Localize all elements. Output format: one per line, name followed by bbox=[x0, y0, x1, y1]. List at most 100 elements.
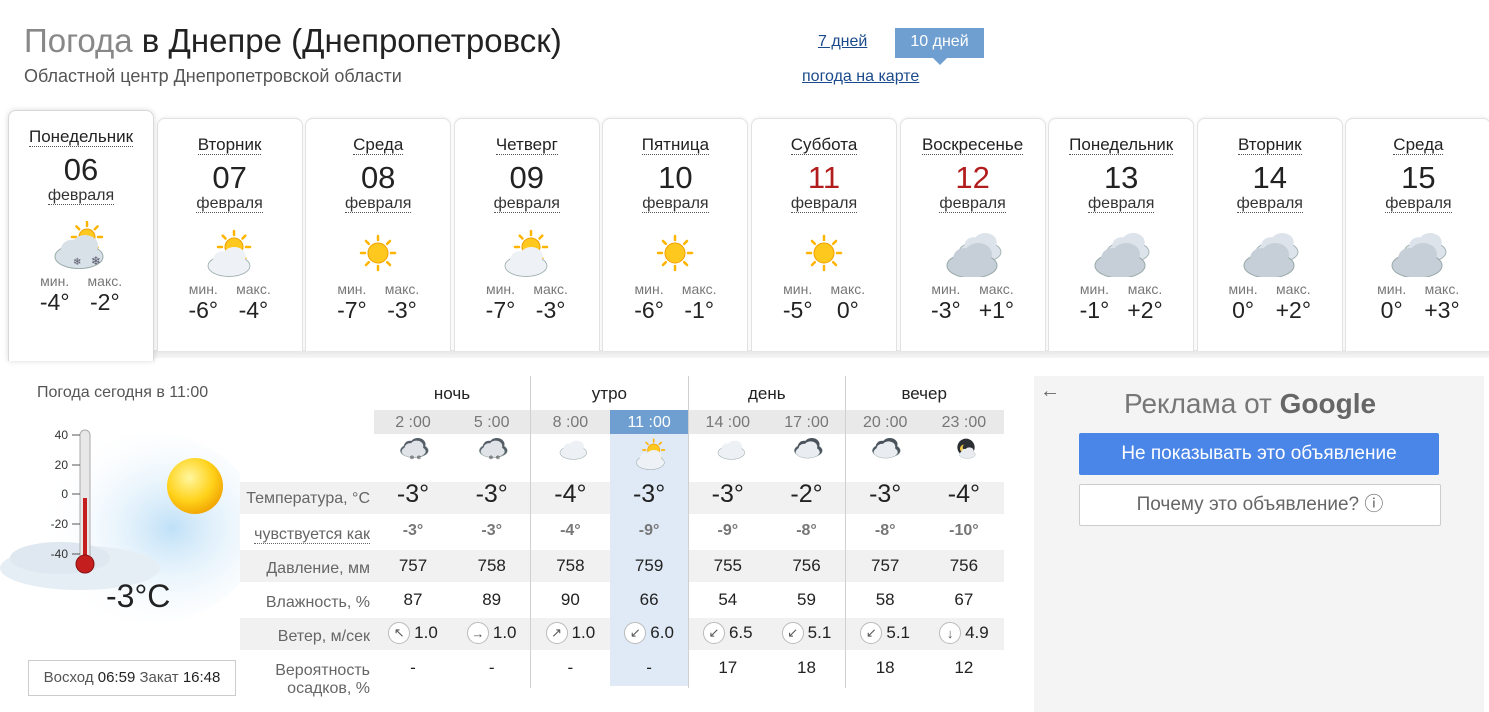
cloudy-icon bbox=[1243, 233, 1299, 279]
day-weather-icon bbox=[943, 229, 1003, 279]
day-tab[interactable]: Суббота 11 февраля мин. -5° макс. 0° bbox=[751, 118, 897, 351]
ad-panel: ← Реклама от Google Не показывать это об… bbox=[1034, 376, 1484, 712]
why-this-ad-button[interactable]: Почему это объявление? ⓘ bbox=[1079, 484, 1441, 526]
hour-feels-like: -9° bbox=[717, 522, 739, 539]
hide-ad-button[interactable]: Не показывать это объявление bbox=[1079, 433, 1439, 475]
max-temp: +2° bbox=[1275, 297, 1312, 323]
scale-label: 20 bbox=[55, 458, 69, 472]
ten-days-button[interactable]: 10 дней bbox=[895, 28, 984, 65]
day-tab[interactable]: Среда 15 февраля мин. 0° макс. +3° bbox=[1345, 118, 1489, 351]
hour-feels-like: -10° bbox=[949, 522, 979, 539]
min-temp: -7° bbox=[337, 297, 367, 323]
day-tab[interactable]: Понедельник 06 февраля ❄ ❄ мин. -4° макс.… bbox=[8, 110, 154, 361]
scale-label: 40 bbox=[55, 428, 69, 442]
day-month: февраля bbox=[642, 195, 709, 213]
hour-weather-icon bbox=[867, 438, 945, 472]
seven-days-link[interactable]: 7 дней bbox=[818, 33, 867, 51]
hour-weather-icon bbox=[789, 438, 867, 472]
sunset-time: 16:48 bbox=[182, 669, 221, 686]
partly-cloudy-snow-icon: ❄❄ bbox=[54, 220, 104, 270]
day-name: Понедельник bbox=[28, 127, 134, 147]
min-label: мин. bbox=[931, 281, 961, 297]
hour-wind: ↖ 1.0 bbox=[374, 622, 452, 644]
wind-direction-icon: ↓ bbox=[939, 622, 962, 644]
sun-icon bbox=[805, 234, 843, 272]
max-temp: -2° bbox=[90, 289, 120, 315]
min-label: мин. bbox=[1228, 281, 1258, 297]
sunset-label: Закат bbox=[139, 669, 179, 686]
day-number: 12 bbox=[955, 160, 990, 195]
hourly-forecast-table: Температура, °C чувствуется как Давление… bbox=[240, 376, 1006, 697]
hour-wind: ↓ 4.9 bbox=[925, 622, 1003, 644]
hour-label: 20 :00 bbox=[862, 414, 908, 431]
current-temperature: -3°C bbox=[106, 578, 171, 614]
hour-feels-like: -3° bbox=[402, 522, 424, 539]
svg-text:❄ ❄: ❄ ❄ bbox=[410, 454, 422, 461]
day-weather-icon bbox=[1240, 229, 1300, 279]
partly-cloudy-icon bbox=[207, 229, 251, 277]
day-number: 11 bbox=[807, 160, 841, 195]
day-tab[interactable]: Пятница 10 февраля мин. -6° макс. -1° bbox=[602, 118, 749, 351]
day-tab[interactable]: Понедельник 13 февраля мин. -1° макс. +2… bbox=[1048, 118, 1195, 351]
max-label: макс. bbox=[87, 273, 123, 289]
day-tab[interactable]: Вторник 14 февраля мин. 0° макс. +2° bbox=[1196, 118, 1343, 351]
day-tab[interactable]: Среда 08 февраля мин. -7° макс. -3° bbox=[305, 118, 452, 351]
max-label: макс. bbox=[533, 281, 568, 297]
hour-weather-icon: ❄ ❄ bbox=[395, 438, 473, 472]
hour-temp: -4° bbox=[947, 480, 980, 508]
back-arrow-icon[interactable]: ← bbox=[1040, 380, 1060, 403]
day-number: 10 bbox=[658, 160, 693, 195]
wind-direction-icon: ↗ bbox=[545, 622, 568, 644]
min-label: мин. bbox=[485, 281, 516, 297]
min-temp: -6° bbox=[634, 297, 664, 323]
scale-label: -40 bbox=[51, 547, 69, 561]
scale-label: -20 bbox=[51, 517, 69, 531]
day-tab[interactable]: Вторник 07 февраля мин. -6° макс. -4° bbox=[156, 118, 303, 351]
day-month: февраля bbox=[790, 195, 858, 213]
feels-like-label: чувствуется как bbox=[254, 526, 370, 544]
wind-direction-icon: → bbox=[466, 622, 489, 644]
min-label: мин. bbox=[1377, 281, 1407, 297]
hour-temp: -3° bbox=[632, 480, 666, 508]
day-number: 06 bbox=[63, 152, 99, 187]
hour-humidity: 59 bbox=[797, 590, 816, 609]
period-1: утро bbox=[591, 384, 627, 403]
wind-speed: 5.1 bbox=[886, 623, 910, 642]
day-tab[interactable]: Воскресенье 12 февраля мин. -3° макс. +1… bbox=[899, 118, 1046, 351]
max-label: макс. bbox=[1424, 281, 1460, 297]
max-label: макс. bbox=[979, 281, 1014, 297]
min-label: мин. bbox=[783, 281, 813, 297]
precip-label-line2: осадков, % bbox=[287, 680, 370, 697]
day-weather-icon bbox=[645, 229, 705, 277]
cloudy-icon bbox=[946, 233, 1002, 279]
hour-label: 17 :00 bbox=[784, 414, 829, 431]
moon-cloud-icon bbox=[957, 438, 976, 459]
hour-pressure: 758 bbox=[556, 556, 585, 575]
max-label: макс. bbox=[384, 281, 420, 297]
hour-label: 8 :00 bbox=[552, 414, 589, 431]
min-temp: -4° bbox=[39, 289, 70, 315]
min-temp: -5° bbox=[782, 297, 813, 323]
weather-map-link[interactable]: погода на карте bbox=[802, 68, 919, 86]
row-label-feels-like[interactable]: чувствуется как bbox=[254, 526, 370, 544]
wind-speed: 1.0 bbox=[414, 623, 438, 642]
day-name: Суббота bbox=[790, 135, 858, 155]
hour-label: 14 :00 bbox=[705, 414, 751, 431]
hour-label: 11 :00 bbox=[627, 414, 671, 431]
hour-pressure: 759 bbox=[634, 556, 664, 575]
hour-pressure: 756 bbox=[949, 556, 979, 575]
min-temp: -6° bbox=[188, 297, 219, 323]
hour-label: 5 :00 bbox=[473, 414, 510, 431]
wind-direction-icon: ↙ bbox=[624, 622, 647, 644]
min-temp: 0° bbox=[1232, 297, 1255, 323]
hour-humidity: 67 bbox=[954, 590, 974, 609]
scale-label: 0 bbox=[61, 487, 68, 501]
cloudy-icon bbox=[1391, 233, 1447, 279]
day-name: Среда bbox=[353, 135, 404, 155]
max-label: макс. bbox=[830, 281, 866, 297]
wind-direction-icon: ↙ bbox=[702, 622, 725, 644]
day-name: Вторник bbox=[1237, 135, 1302, 155]
day-name: Среда bbox=[1393, 135, 1444, 155]
min-label: мин. bbox=[188, 281, 218, 297]
day-tab[interactable]: Четверг 09 февраля мин. -7° макс. -3° bbox=[453, 118, 600, 351]
